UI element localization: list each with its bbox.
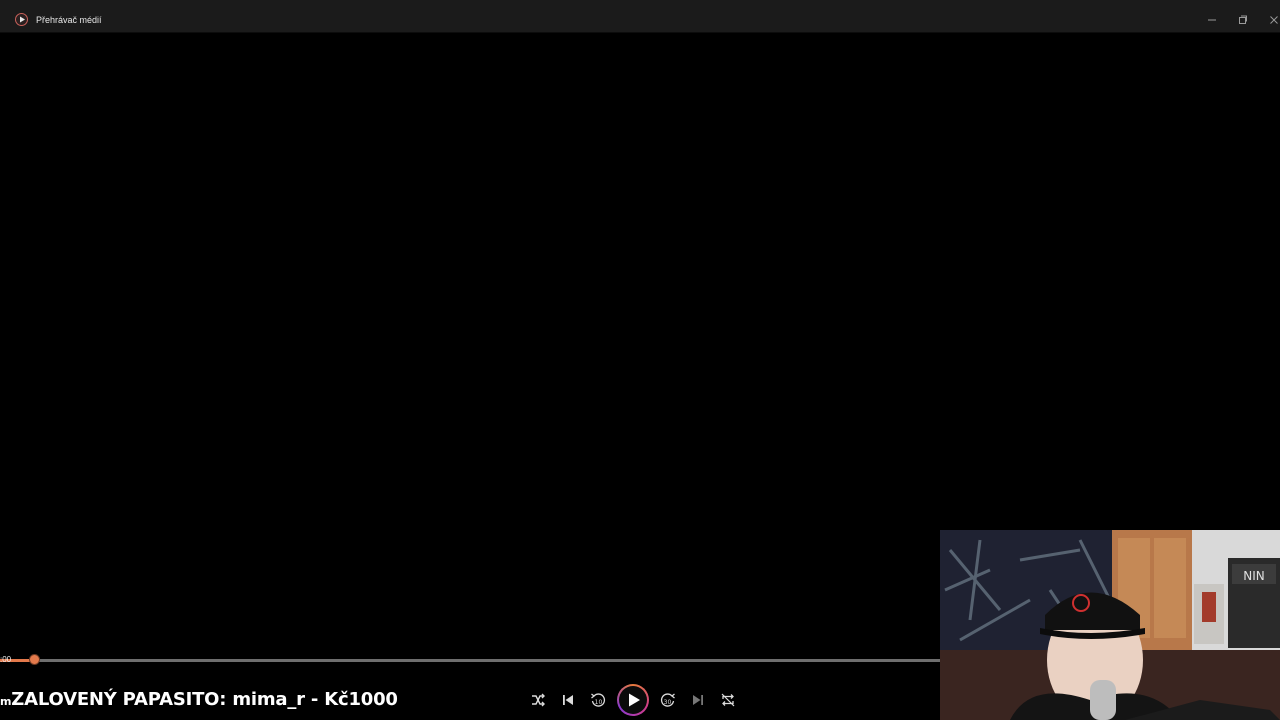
previous-icon bbox=[563, 695, 573, 705]
seek-handle[interactable] bbox=[28, 654, 40, 665]
forward-30-button[interactable]: 30 bbox=[658, 690, 678, 710]
shuffle-icon bbox=[532, 693, 545, 707]
donation-alert: mZALOVENÝ PAPASITO: mima_r - Kč1000 bbox=[0, 688, 398, 714]
donation-text: ZALOVENÝ PAPASITO: mima_r - Kč1000 bbox=[11, 689, 398, 710]
close-button[interactable] bbox=[1264, 10, 1280, 30]
window-title: Přehrávač médií bbox=[36, 15, 102, 25]
next-button[interactable] bbox=[688, 690, 708, 710]
svg-text:30: 30 bbox=[664, 699, 672, 706]
play-icon bbox=[629, 693, 640, 707]
webcam-overlay: NIN bbox=[940, 530, 1280, 720]
title-bar: Přehrávač médií bbox=[0, 0, 1280, 33]
next-icon bbox=[693, 695, 703, 705]
rewind-10-icon: 10 bbox=[591, 693, 606, 707]
repeat-icon bbox=[721, 693, 735, 707]
restore-icon bbox=[1239, 15, 1247, 24]
donation-prefix: m bbox=[0, 695, 12, 708]
forward-30-icon: 30 bbox=[660, 693, 675, 707]
close-icon bbox=[1270, 16, 1278, 24]
svg-text:10: 10 bbox=[595, 699, 603, 706]
shuffle-button[interactable] bbox=[528, 690, 548, 710]
rewind-10-button[interactable]: 10 bbox=[588, 690, 608, 710]
repeat-button[interactable] bbox=[718, 690, 738, 710]
current-time: :00 bbox=[0, 655, 12, 664]
minimize-icon bbox=[1208, 19, 1216, 21]
webcam-image: NIN bbox=[940, 530, 1280, 720]
minimize-button[interactable] bbox=[1202, 10, 1222, 30]
maximize-button[interactable] bbox=[1233, 10, 1253, 30]
previous-button[interactable] bbox=[558, 690, 578, 710]
play-circle-icon bbox=[15, 13, 28, 26]
play-button[interactable] bbox=[617, 684, 649, 716]
seek-bar[interactable] bbox=[0, 654, 940, 665]
svg-text:NIN: NIN bbox=[1243, 569, 1265, 583]
